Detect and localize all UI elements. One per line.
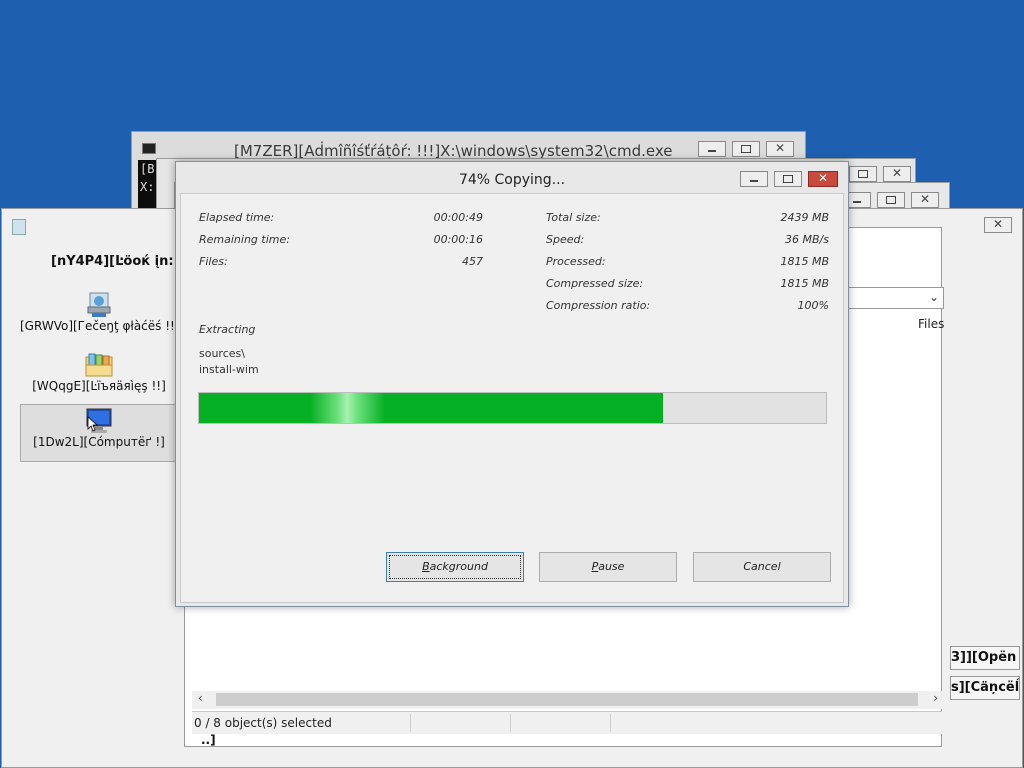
- background-button-label: ackground: [429, 560, 488, 573]
- close-icon: ✕: [774, 141, 786, 155]
- mid-maximize-button[interactable]: [849, 166, 877, 182]
- remaining-time-label: Remaining time:: [199, 233, 290, 246]
- cmd-minimize-button[interactable]: [698, 141, 726, 157]
- compression-ratio-label: Compression ratio:: [546, 299, 651, 312]
- processed-label: Processed:: [546, 255, 606, 268]
- status-divider: [410, 714, 411, 732]
- place-libraries[interactable]: [WQqgE][Ŀïъяäяìęş !!]: [20, 349, 178, 405]
- scroll-right-icon[interactable]: ›: [933, 691, 938, 705]
- minimize-icon: [708, 150, 716, 152]
- dialog-cancel-button[interactable]: s][Cäņcёĺ !: [950, 676, 1020, 700]
- close-icon: ✕: [992, 217, 1004, 231]
- copy-progress-bar: [198, 392, 827, 424]
- copy-close-button[interactable]: ✕: [808, 171, 838, 187]
- copy-progress-dialog[interactable]: 74% Copying... ✕ Elapsed time: 00:00:49 …: [175, 161, 849, 607]
- current-path-line2: install-wim: [199, 363, 259, 376]
- background-button[interactable]: Background: [386, 552, 524, 582]
- maximize-icon: [741, 145, 751, 153]
- compressed-size-value: 1815 MB: [780, 277, 829, 290]
- libraries-icon: [85, 353, 113, 377]
- horizontal-scrollbar[interactable]: ‹ ›: [192, 691, 942, 709]
- speed-label: Speed:: [546, 233, 585, 246]
- cmd-maximize-button[interactable]: [732, 141, 760, 157]
- cancel-copy-button[interactable]: Cancel: [693, 552, 831, 582]
- place-computer[interactable]: [1Dw2L][Cómрuтёґ !]: [20, 404, 178, 462]
- recent-places-icon: [87, 292, 111, 317]
- open-dialog-close-button[interactable]: ✕: [984, 217, 1012, 233]
- compressed-size-label: Compressed size:: [546, 277, 644, 290]
- minimize-icon: [750, 180, 758, 182]
- place-label: [GRWVo][Гečеŋţ φłàćёś !!!]: [20, 319, 185, 333]
- third-close-button[interactable]: ✕: [911, 192, 939, 208]
- selection-status: 0 / 8 object(s) selected: [194, 716, 332, 730]
- document-icon: [12, 219, 26, 235]
- status-divider: [510, 714, 511, 732]
- open-button[interactable]: 3]][Oрёn !]: [950, 646, 1020, 670]
- files-column-header[interactable]: Files: [918, 317, 944, 331]
- operation-label: Extracting: [199, 323, 256, 336]
- third-maximize-button[interactable]: [877, 192, 905, 208]
- current-path-line1: sources\: [199, 347, 245, 360]
- processed-value: 1815 MB: [780, 255, 829, 268]
- maximize-icon: [886, 196, 896, 204]
- status-bar: 0 / 8 object(s) selected: [192, 711, 942, 734]
- place-recent[interactable]: [GRWVo][Гečеŋţ φłàćёś !!!]: [20, 289, 185, 345]
- pause-button[interactable]: Pause: [539, 552, 677, 582]
- remaining-time-value: 00:00:16: [433, 233, 483, 246]
- cmd-app-icon: [142, 143, 156, 154]
- place-label: [WQqgE][Ŀïъяäяìęş !!]: [32, 379, 166, 393]
- minimize-icon: [853, 201, 861, 203]
- mid-close-button[interactable]: ✕: [883, 166, 911, 182]
- close-icon: ✕: [891, 166, 903, 180]
- elapsed-time-label: Elapsed time:: [199, 211, 275, 224]
- progress-fill: [199, 393, 663, 423]
- copy-minimize-button[interactable]: [740, 171, 768, 187]
- compression-ratio-value: 100%: [797, 299, 829, 312]
- total-size-value: 2439 MB: [780, 211, 829, 224]
- status-divider: [610, 714, 611, 732]
- close-icon: ✕: [817, 171, 829, 185]
- scroll-left-icon[interactable]: ‹: [198, 691, 203, 705]
- files-label: Files:: [199, 255, 228, 268]
- background-button-mnemonic: B: [422, 560, 430, 573]
- place-label: [1Dw2L][Cómрuтёґ !]: [33, 435, 165, 449]
- bottom-text: ..]: [201, 733, 216, 747]
- scroll-thumb[interactable]: [216, 693, 918, 706]
- close-icon: ✕: [919, 192, 931, 206]
- files-value: 457: [462, 255, 483, 268]
- speed-value: 36 MB/s: [785, 233, 829, 246]
- elapsed-time-value: 00:00:49: [433, 211, 483, 224]
- computer-icon: [86, 408, 112, 433]
- total-size-label: Total size:: [546, 211, 601, 224]
- maximize-icon: [783, 175, 793, 183]
- pause-button-label: ause: [598, 560, 625, 573]
- chevron-down-icon: ⌄: [928, 290, 939, 304]
- maximize-icon: [858, 170, 868, 178]
- cmd-close-button[interactable]: ✕: [766, 141, 794, 157]
- copy-maximize-button[interactable]: [774, 171, 802, 187]
- copy-dialog-body: Elapsed time: 00:00:49 Remaining time: 0…: [180, 193, 844, 603]
- file-type-dropdown[interactable]: ⌄: [848, 287, 944, 309]
